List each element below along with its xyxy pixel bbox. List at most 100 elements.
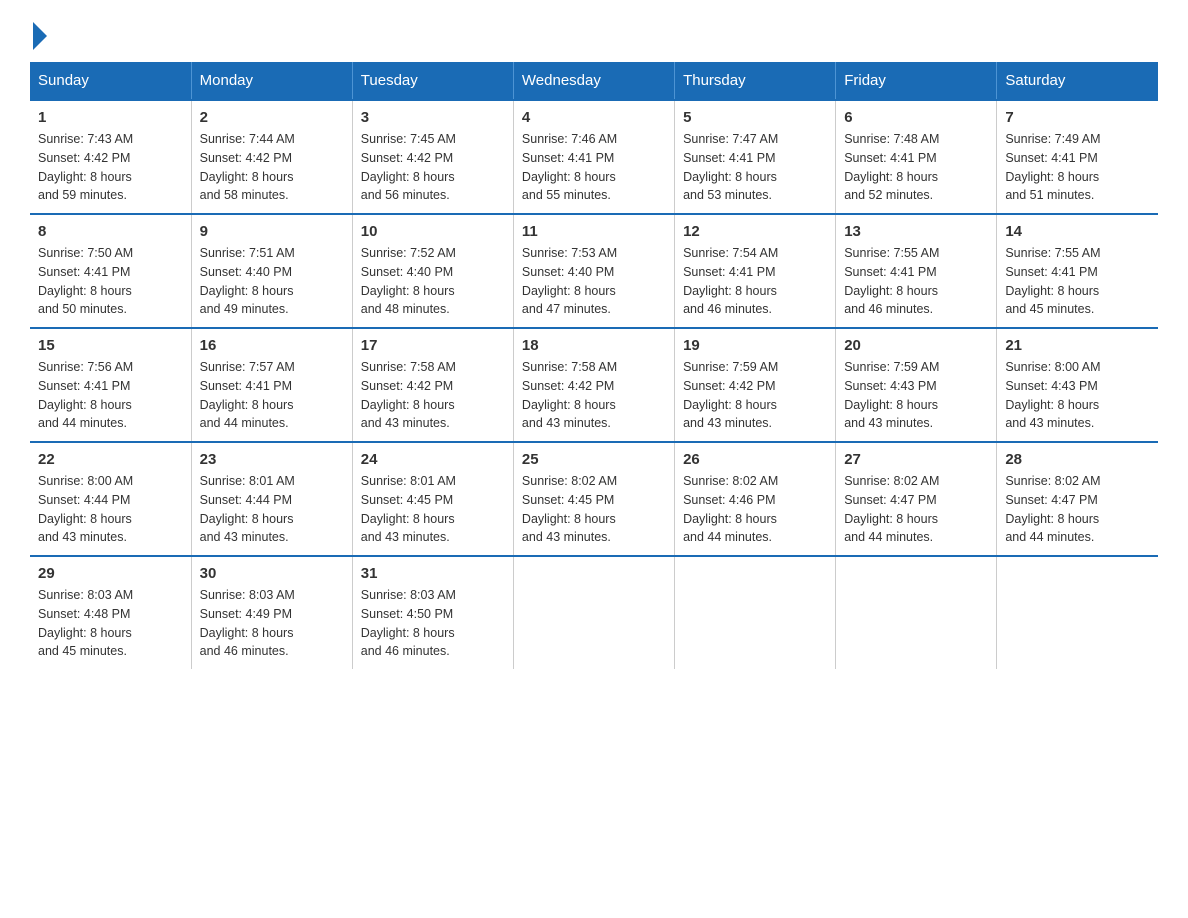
calendar-cell <box>997 556 1158 669</box>
day-number: 24 <box>361 451 505 468</box>
day-number: 31 <box>361 565 505 582</box>
day-number: 12 <box>683 223 827 240</box>
calendar-cell: 17 Sunrise: 7:58 AMSunset: 4:42 PMDaylig… <box>352 328 513 442</box>
day-number: 26 <box>683 451 827 468</box>
calendar-cell: 15 Sunrise: 7:56 AMSunset: 4:41 PMDaylig… <box>30 328 191 442</box>
day-info: Sunrise: 7:50 AMSunset: 4:41 PMDaylight:… <box>38 246 133 316</box>
logo <box>30 20 47 42</box>
calendar-cell: 2 Sunrise: 7:44 AMSunset: 4:42 PMDayligh… <box>191 100 352 214</box>
calendar-cell: 19 Sunrise: 7:59 AMSunset: 4:42 PMDaylig… <box>675 328 836 442</box>
day-number: 19 <box>683 337 827 354</box>
calendar-week-row: 22 Sunrise: 8:00 AMSunset: 4:44 PMDaylig… <box>30 442 1158 556</box>
calendar-cell: 5 Sunrise: 7:47 AMSunset: 4:41 PMDayligh… <box>675 100 836 214</box>
calendar-cell: 22 Sunrise: 8:00 AMSunset: 4:44 PMDaylig… <box>30 442 191 556</box>
calendar-cell: 28 Sunrise: 8:02 AMSunset: 4:47 PMDaylig… <box>997 442 1158 556</box>
logo-arrow-icon <box>33 22 47 50</box>
calendar-cell: 4 Sunrise: 7:46 AMSunset: 4:41 PMDayligh… <box>513 100 674 214</box>
calendar-cell: 12 Sunrise: 7:54 AMSunset: 4:41 PMDaylig… <box>675 214 836 328</box>
calendar-table: SundayMondayTuesdayWednesdayThursdayFrid… <box>30 62 1158 669</box>
day-info: Sunrise: 7:47 AMSunset: 4:41 PMDaylight:… <box>683 132 778 202</box>
calendar-cell: 16 Sunrise: 7:57 AMSunset: 4:41 PMDaylig… <box>191 328 352 442</box>
calendar-cell: 13 Sunrise: 7:55 AMSunset: 4:41 PMDaylig… <box>836 214 997 328</box>
day-number: 4 <box>522 109 666 126</box>
header-tuesday: Tuesday <box>352 62 513 100</box>
calendar-cell <box>836 556 997 669</box>
calendar-cell <box>513 556 674 669</box>
day-number: 2 <box>200 109 344 126</box>
day-number: 27 <box>844 451 988 468</box>
calendar-cell: 29 Sunrise: 8:03 AMSunset: 4:48 PMDaylig… <box>30 556 191 669</box>
calendar-cell: 3 Sunrise: 7:45 AMSunset: 4:42 PMDayligh… <box>352 100 513 214</box>
calendar-body: 1 Sunrise: 7:43 AMSunset: 4:42 PMDayligh… <box>30 100 1158 669</box>
day-info: Sunrise: 7:58 AMSunset: 4:42 PMDaylight:… <box>522 360 617 430</box>
header-thursday: Thursday <box>675 62 836 100</box>
calendar-cell: 6 Sunrise: 7:48 AMSunset: 4:41 PMDayligh… <box>836 100 997 214</box>
calendar-header: SundayMondayTuesdayWednesdayThursdayFrid… <box>30 62 1158 100</box>
day-number: 20 <box>844 337 988 354</box>
calendar-cell: 14 Sunrise: 7:55 AMSunset: 4:41 PMDaylig… <box>997 214 1158 328</box>
calendar-week-row: 29 Sunrise: 8:03 AMSunset: 4:48 PMDaylig… <box>30 556 1158 669</box>
day-info: Sunrise: 7:51 AMSunset: 4:40 PMDaylight:… <box>200 246 295 316</box>
calendar-week-row: 15 Sunrise: 7:56 AMSunset: 4:41 PMDaylig… <box>30 328 1158 442</box>
page-header <box>30 20 1158 42</box>
day-number: 23 <box>200 451 344 468</box>
day-number: 30 <box>200 565 344 582</box>
calendar-cell: 27 Sunrise: 8:02 AMSunset: 4:47 PMDaylig… <box>836 442 997 556</box>
calendar-cell: 21 Sunrise: 8:00 AMSunset: 4:43 PMDaylig… <box>997 328 1158 442</box>
day-info: Sunrise: 7:57 AMSunset: 4:41 PMDaylight:… <box>200 360 295 430</box>
calendar-cell: 18 Sunrise: 7:58 AMSunset: 4:42 PMDaylig… <box>513 328 674 442</box>
day-info: Sunrise: 8:01 AMSunset: 4:44 PMDaylight:… <box>200 474 295 544</box>
calendar-week-row: 1 Sunrise: 7:43 AMSunset: 4:42 PMDayligh… <box>30 100 1158 214</box>
day-number: 22 <box>38 451 183 468</box>
day-number: 28 <box>1005 451 1150 468</box>
day-number: 10 <box>361 223 505 240</box>
day-info: Sunrise: 7:44 AMSunset: 4:42 PMDaylight:… <box>200 132 295 202</box>
calendar-cell: 31 Sunrise: 8:03 AMSunset: 4:50 PMDaylig… <box>352 556 513 669</box>
day-number: 3 <box>361 109 505 126</box>
calendar-week-row: 8 Sunrise: 7:50 AMSunset: 4:41 PMDayligh… <box>30 214 1158 328</box>
calendar-cell: 11 Sunrise: 7:53 AMSunset: 4:40 PMDaylig… <box>513 214 674 328</box>
day-info: Sunrise: 8:02 AMSunset: 4:45 PMDaylight:… <box>522 474 617 544</box>
day-number: 17 <box>361 337 505 354</box>
calendar-cell <box>675 556 836 669</box>
day-number: 18 <box>522 337 666 354</box>
day-info: Sunrise: 7:55 AMSunset: 4:41 PMDaylight:… <box>1005 246 1100 316</box>
day-info: Sunrise: 7:53 AMSunset: 4:40 PMDaylight:… <box>522 246 617 316</box>
calendar-cell: 30 Sunrise: 8:03 AMSunset: 4:49 PMDaylig… <box>191 556 352 669</box>
day-info: Sunrise: 8:00 AMSunset: 4:43 PMDaylight:… <box>1005 360 1100 430</box>
day-number: 1 <box>38 109 183 126</box>
day-info: Sunrise: 7:52 AMSunset: 4:40 PMDaylight:… <box>361 246 456 316</box>
days-of-week-row: SundayMondayTuesdayWednesdayThursdayFrid… <box>30 62 1158 100</box>
day-info: Sunrise: 8:02 AMSunset: 4:47 PMDaylight:… <box>844 474 939 544</box>
day-info: Sunrise: 7:46 AMSunset: 4:41 PMDaylight:… <box>522 132 617 202</box>
day-info: Sunrise: 7:43 AMSunset: 4:42 PMDaylight:… <box>38 132 133 202</box>
day-number: 25 <box>522 451 666 468</box>
header-wednesday: Wednesday <box>513 62 674 100</box>
header-monday: Monday <box>191 62 352 100</box>
calendar-cell: 9 Sunrise: 7:51 AMSunset: 4:40 PMDayligh… <box>191 214 352 328</box>
day-number: 29 <box>38 565 183 582</box>
day-info: Sunrise: 8:03 AMSunset: 4:48 PMDaylight:… <box>38 588 133 658</box>
day-number: 6 <box>844 109 988 126</box>
day-number: 9 <box>200 223 344 240</box>
day-info: Sunrise: 7:59 AMSunset: 4:42 PMDaylight:… <box>683 360 778 430</box>
day-number: 8 <box>38 223 183 240</box>
day-info: Sunrise: 7:56 AMSunset: 4:41 PMDaylight:… <box>38 360 133 430</box>
header-friday: Friday <box>836 62 997 100</box>
header-saturday: Saturday <box>997 62 1158 100</box>
day-info: Sunrise: 7:55 AMSunset: 4:41 PMDaylight:… <box>844 246 939 316</box>
day-info: Sunrise: 7:58 AMSunset: 4:42 PMDaylight:… <box>361 360 456 430</box>
day-info: Sunrise: 7:49 AMSunset: 4:41 PMDaylight:… <box>1005 132 1100 202</box>
day-number: 15 <box>38 337 183 354</box>
day-number: 7 <box>1005 109 1150 126</box>
day-info: Sunrise: 7:48 AMSunset: 4:41 PMDaylight:… <box>844 132 939 202</box>
day-info: Sunrise: 8:02 AMSunset: 4:47 PMDaylight:… <box>1005 474 1100 544</box>
day-info: Sunrise: 8:00 AMSunset: 4:44 PMDaylight:… <box>38 474 133 544</box>
day-number: 21 <box>1005 337 1150 354</box>
day-number: 16 <box>200 337 344 354</box>
day-info: Sunrise: 8:02 AMSunset: 4:46 PMDaylight:… <box>683 474 778 544</box>
calendar-cell: 20 Sunrise: 7:59 AMSunset: 4:43 PMDaylig… <box>836 328 997 442</box>
day-info: Sunrise: 8:03 AMSunset: 4:50 PMDaylight:… <box>361 588 456 658</box>
day-number: 11 <box>522 223 666 240</box>
calendar-cell: 8 Sunrise: 7:50 AMSunset: 4:41 PMDayligh… <box>30 214 191 328</box>
